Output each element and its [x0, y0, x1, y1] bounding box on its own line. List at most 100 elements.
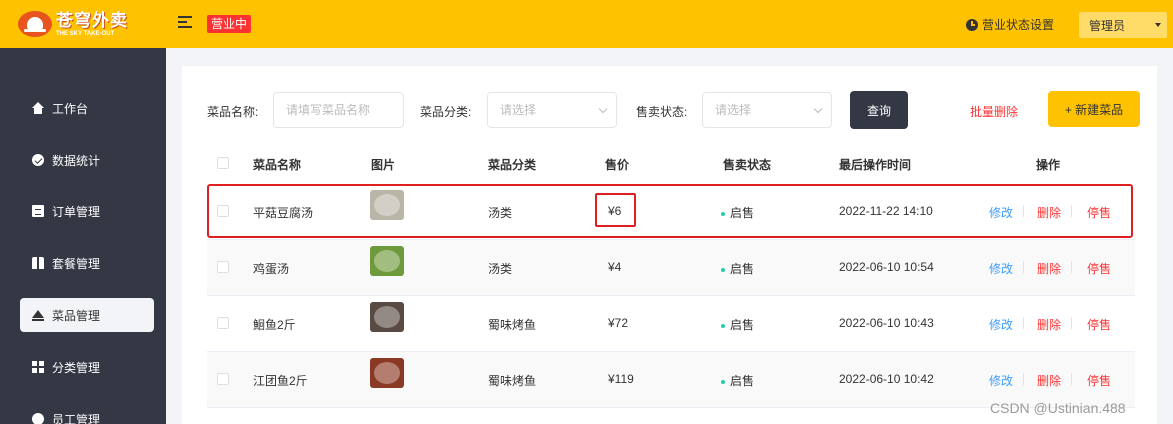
status-dot-icon [721, 379, 725, 384]
sidebar-item-orders[interactable]: 订单管理 [20, 194, 154, 228]
edit-button[interactable]: 修改 [989, 316, 1013, 333]
sidebar-item-dishes[interactable]: 菜品管理 [20, 298, 154, 332]
sale-status-select[interactable]: 请选择 [702, 92, 832, 128]
dish-category: 汤类 [488, 206, 513, 220]
dish-category-select[interactable]: 请选择 [487, 92, 617, 128]
delete-button[interactable]: 删除 [1037, 316, 1061, 333]
dish-image [370, 302, 404, 332]
dish-name: 鸡蛋汤 [253, 262, 290, 276]
dish-category: 汤类 [488, 262, 513, 276]
dish-category-placeholder: 请选择 [500, 103, 537, 117]
table-row: 鮰鱼2斤 蜀味烤鱼 ¥72 启售 2022-06-10 10:43 修改 删除 … [207, 296, 1135, 352]
sidebar-item-label: 数据统计 [52, 153, 101, 168]
sidebar-item-categories[interactable]: 分类管理 [20, 350, 154, 384]
sidebar-item-combos[interactable]: 套餐管理 [20, 246, 154, 280]
user-label: 管理员 [1089, 18, 1126, 33]
edit-button[interactable]: 修改 [989, 260, 1013, 277]
edit-button[interactable]: 修改 [989, 204, 1013, 221]
category-icon [32, 361, 44, 373]
row-checkbox[interactable] [217, 205, 229, 217]
dish-image [370, 246, 404, 276]
delete-button[interactable]: 删除 [1037, 260, 1061, 277]
dish-name-label: 菜品名称: [207, 105, 259, 119]
sidebar-item-statistics[interactable]: 数据统计 [20, 143, 154, 177]
dish-price: ¥119 [608, 372, 634, 386]
delete-button[interactable]: 删除 [1037, 204, 1061, 221]
logo: 苍穹外卖 THE SKY TAKE-OUT [18, 8, 148, 40]
dish-price: ¥72 [608, 316, 629, 330]
sale-status: 启售 [721, 260, 754, 277]
sidebar-item-label: 套餐管理 [52, 256, 101, 271]
divider [1071, 261, 1072, 273]
sidebar: 工作台 数据统计 订单管理 套餐管理 菜品管理 分类管理 员工管理 [0, 48, 166, 424]
divider [1071, 317, 1072, 329]
sidebar-item-workbench[interactable]: 工作台 [20, 91, 154, 125]
logo-text: 苍穹外卖 [56, 10, 128, 30]
chevron-down-icon [598, 104, 608, 114]
divider [1023, 373, 1024, 385]
dish-price: ¥4 [608, 260, 622, 274]
query-button[interactable]: 查询 [850, 91, 908, 129]
last-update-time: 2022-06-10 10:42 [839, 372, 934, 386]
divider [1071, 205, 1072, 217]
combo-icon [32, 257, 44, 269]
sale-status-text: 启售 [730, 318, 755, 332]
sidebar-item-label: 订单管理 [52, 204, 101, 219]
column-header: 售价 [605, 158, 630, 172]
dish-image [370, 190, 404, 220]
sidebar-item-label: 工作台 [52, 101, 89, 116]
chevron-down-icon [813, 104, 823, 114]
clock-icon [966, 18, 978, 31]
column-header: 图片 [371, 158, 396, 172]
order-icon [32, 205, 44, 217]
logo-subtext: THE SKY TAKE-OUT [56, 30, 115, 37]
sale-status-placeholder: 请选择 [715, 103, 752, 117]
dish-category: 蜀味烤鱼 [488, 318, 537, 332]
status-dot-icon [721, 323, 725, 328]
column-header: 菜品名称 [253, 158, 302, 172]
caret-down-icon [1155, 23, 1161, 27]
status-dot-icon [721, 211, 725, 216]
stop-sale-button[interactable]: 停售 [1087, 260, 1111, 277]
divider [1023, 317, 1024, 329]
dish-name: 平菇豆腐汤 [253, 206, 314, 220]
row-checkbox[interactable] [217, 373, 229, 385]
sale-status-text: 启售 [730, 262, 755, 276]
business-settings-button[interactable]: 营业状态设置 [966, 16, 1054, 33]
table-row: 平菇豆腐汤 汤类 ¥6 启售 2022-11-22 14:10 修改 删除 停售 [207, 184, 1135, 240]
sidebar-item-employees[interactable]: 员工管理 [20, 402, 154, 424]
employee-icon [32, 413, 44, 424]
row-checkbox[interactable] [217, 261, 229, 273]
row-checkbox[interactable] [217, 317, 229, 329]
menu-toggle-icon[interactable] [178, 16, 192, 30]
stop-sale-button[interactable]: 停售 [1087, 204, 1111, 221]
bulk-delete-button[interactable]: 批量删除 [970, 103, 1018, 120]
edit-button[interactable]: 修改 [989, 372, 1013, 389]
dish-name-input[interactable]: 请填写菜品名称 [273, 92, 404, 128]
dish-image [370, 358, 404, 388]
sale-status-label: 售卖状态: [636, 105, 688, 119]
dish-name-placeholder: 请填写菜品名称 [286, 103, 371, 117]
last-update-time: 2022-06-10 10:54 [839, 260, 934, 274]
watermark: CSDN @Ustinian.488 [990, 400, 1126, 416]
dish-name: 鮰鱼2斤 [253, 318, 296, 332]
divider [1023, 261, 1024, 273]
last-update-time: 2022-11-22 14:10 [839, 204, 933, 218]
stop-sale-button[interactable]: 停售 [1087, 372, 1111, 389]
chart-icon [32, 154, 44, 166]
divider [1071, 373, 1072, 385]
user-menu-button[interactable]: 管理员 [1079, 12, 1167, 38]
business-settings-label: 营业状态设置 [982, 18, 1055, 32]
business-status-badge: 营业中 [207, 15, 252, 33]
logo-chef-icon [18, 11, 52, 37]
table-row: 鸡蛋汤 汤类 ¥4 启售 2022-06-10 10:54 修改 删除 停售 [207, 240, 1135, 296]
status-dot-icon [721, 267, 725, 272]
sale-status: 启售 [721, 204, 754, 221]
stop-sale-button[interactable]: 停售 [1087, 316, 1111, 333]
dish-category-label: 菜品分类: [420, 105, 472, 119]
delete-button[interactable]: 删除 [1037, 372, 1061, 389]
sale-status: 启售 [721, 372, 754, 389]
new-dish-button[interactable]: + 新建菜品 [1048, 91, 1140, 127]
dish-name: 江团鱼2斤 [253, 374, 308, 388]
select-all-checkbox[interactable] [217, 157, 229, 169]
